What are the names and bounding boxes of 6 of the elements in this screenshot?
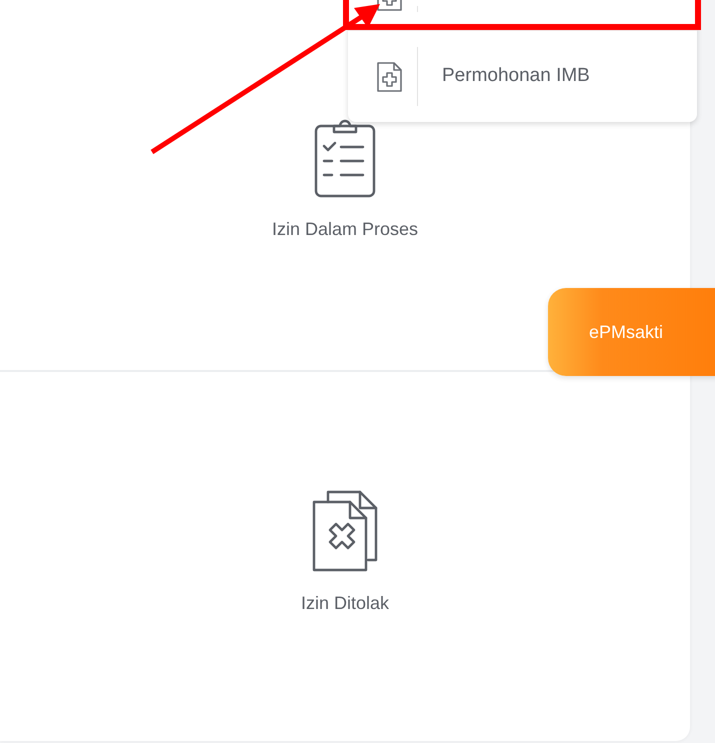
tile-label[interactable]: Izin Ditolak (300, 590, 390, 617)
menu-item[interactable]: Permohonan IMB (442, 62, 590, 91)
tile-label[interactable]: Izin Dalam Proses (272, 216, 418, 243)
document-plus-icon (376, 60, 403, 92)
clipboard-icon (314, 118, 376, 198)
rejected-documents-icon (312, 490, 378, 572)
